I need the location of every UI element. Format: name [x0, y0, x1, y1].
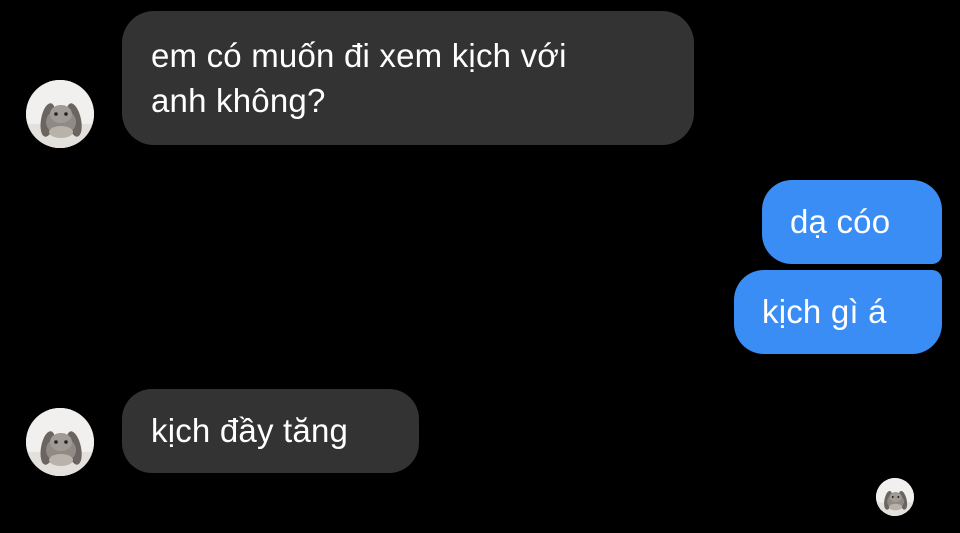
bunny-avatar-icon [26, 408, 94, 476]
message-text: kịch đầy tăng [151, 412, 349, 449]
message-text: dạ cóo [790, 203, 891, 240]
seen-receipt-avatar-icon [876, 478, 914, 516]
chat-thread: em có muốn đi xem kịch với anh không? dạ… [0, 0, 960, 533]
seen-receipt-avatar [876, 478, 914, 516]
message-text: kịch gì á [762, 293, 887, 330]
message-text-line: anh không? [151, 82, 326, 119]
outgoing-message-bubble[interactable]: kịch gì á [734, 270, 942, 354]
bunny-avatar-icon [26, 80, 94, 148]
incoming-message-bubble[interactable]: kịch đầy tăng [122, 389, 419, 473]
outgoing-message-bubble[interactable]: dạ cóo [762, 180, 942, 264]
contact-avatar[interactable] [26, 80, 94, 148]
message-text-line: em có muốn đi xem kịch với [151, 37, 567, 74]
contact-avatar[interactable] [26, 408, 94, 476]
incoming-message-bubble[interactable]: em có muốn đi xem kịch với anh không? [122, 11, 694, 145]
